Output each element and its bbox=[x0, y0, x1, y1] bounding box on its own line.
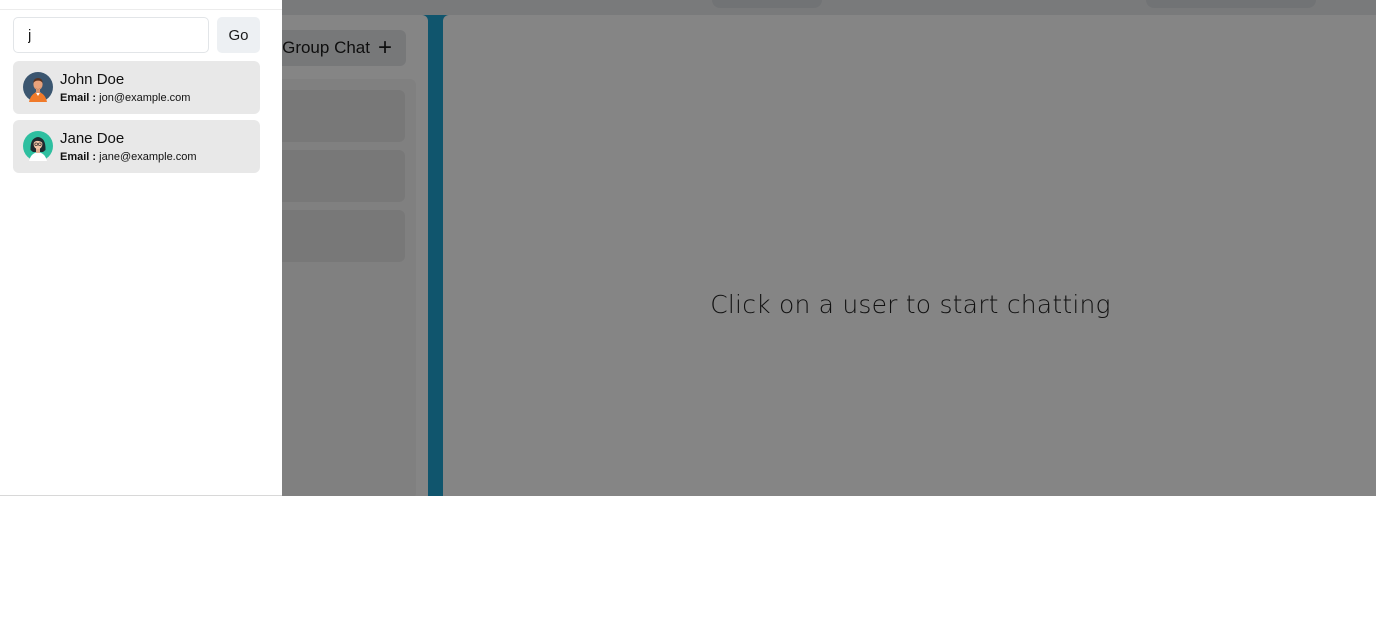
email-label: Email : bbox=[60, 151, 97, 163]
user-email: Email : jon@example.com bbox=[60, 92, 190, 104]
user-name: John Doe bbox=[60, 71, 125, 88]
user-email: Email : jane@example.com bbox=[60, 151, 197, 163]
search-input[interactable] bbox=[13, 17, 209, 53]
email-label: Email : bbox=[60, 92, 97, 104]
email-value: jane@example.com bbox=[99, 151, 197, 163]
drawer-header bbox=[0, 0, 282, 10]
email-value: jon@example.com bbox=[99, 92, 191, 104]
user-name: Jane Doe bbox=[60, 130, 125, 147]
go-button[interactable]: Go bbox=[217, 17, 260, 53]
user-result-item[interactable]: John Doe Email : jon@example.com bbox=[13, 61, 260, 114]
woman-avatar-icon bbox=[23, 131, 53, 161]
user-result-item[interactable]: Jane Doe Email : jane@example.com bbox=[13, 120, 260, 173]
search-users-drawer: Go John Doe Email : jon@example.com bbox=[0, 0, 282, 496]
man-avatar-icon bbox=[23, 72, 53, 102]
